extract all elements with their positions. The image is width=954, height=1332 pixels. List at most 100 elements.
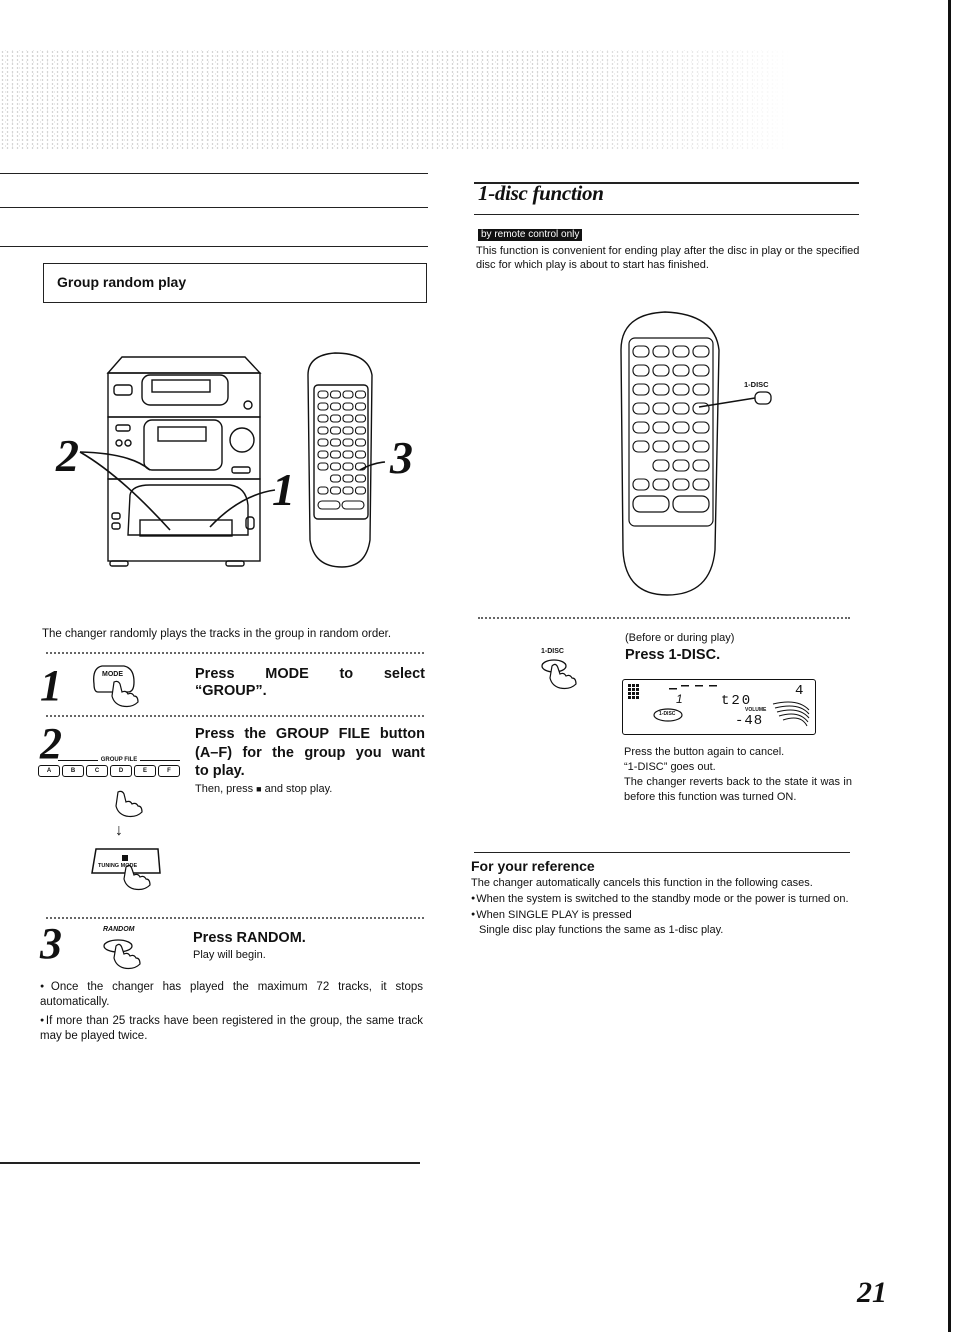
remote-key xyxy=(652,383,670,396)
step-3-title: Press RANDOM. xyxy=(193,930,306,946)
remote-key xyxy=(632,402,650,415)
note-line: “1-DISC” goes out. xyxy=(624,761,716,773)
remote-key xyxy=(329,486,342,495)
remote-key xyxy=(329,462,342,471)
remote-key xyxy=(329,474,342,483)
remote-key xyxy=(672,345,690,358)
title-rule-bottom xyxy=(474,214,859,215)
group-file-button-e[interactable]: E xyxy=(134,765,156,777)
group-file-buttons: A B C D E F xyxy=(38,765,180,777)
remote-key xyxy=(692,364,710,377)
remote-key xyxy=(354,402,367,411)
remote-key xyxy=(342,450,354,459)
step-condition: (Before or during play) xyxy=(625,632,735,644)
figure-callout-2: 2 xyxy=(56,430,79,481)
step-2-note: Then, press ■ and stop play. xyxy=(195,782,332,797)
mode-button-label: MODE xyxy=(102,671,123,678)
reference-bullet-text: When SINGLE PLAY is pressed xyxy=(476,909,632,921)
stereo-system-figure: 2 1 3 xyxy=(50,345,420,590)
remote-key xyxy=(342,402,354,411)
remote-key xyxy=(329,390,342,399)
note-item: If more than 25 tracks have been registe… xyxy=(40,1013,423,1044)
group-file-button-b[interactable]: B xyxy=(62,765,84,777)
remote-key xyxy=(354,474,367,483)
step-2-title-line3: to play. xyxy=(195,763,245,779)
remote-key xyxy=(342,486,354,495)
remote-key xyxy=(342,462,354,471)
lcd-track-number: 1 xyxy=(676,692,683,706)
group-file-button-a[interactable]: A xyxy=(38,765,60,777)
note-text: If more than 25 tracks have been registe… xyxy=(40,1015,424,1042)
step-3-note: Play will begin. xyxy=(193,949,266,961)
figure-callout-3: 3 xyxy=(390,432,413,483)
remote-key xyxy=(342,474,354,483)
remote-key xyxy=(652,364,670,377)
note-line: Press the button again to cancel. xyxy=(624,746,785,758)
remote-key xyxy=(342,438,354,447)
arrow-down-icon: ↓ xyxy=(115,822,123,839)
reference-title: For your reference xyxy=(471,858,595,874)
step-2-title-line1: Press the GROUP FILE button xyxy=(195,726,425,742)
step-1-title-line2: “GROUP”. xyxy=(195,683,267,699)
remote-key xyxy=(632,345,650,358)
press-1-disc-title: Press 1-DISC. xyxy=(625,647,721,663)
remote-key xyxy=(692,402,710,415)
step-divider xyxy=(46,917,424,919)
remote-key xyxy=(692,478,710,491)
remote-key xyxy=(652,478,670,491)
hand-press-icon xyxy=(108,790,148,825)
reference-bullet: When SINGLE PLAY is pressed xyxy=(471,907,851,923)
remote-control-figure: 1-DISC xyxy=(615,310,805,600)
lcd-1-disc-indicator: 1-DISC xyxy=(659,711,676,717)
section-title-1-disc: 1-disc function xyxy=(478,181,604,205)
remote-key xyxy=(672,459,690,472)
step-2-note-text: and stop play. xyxy=(261,783,333,795)
remote-key xyxy=(652,402,670,415)
group-file-label: GROUP FILE xyxy=(100,757,138,763)
reference-bullet-text: When the system is switched to the stand… xyxy=(476,893,849,905)
header-stipple-band xyxy=(0,50,860,150)
step-1-word: select xyxy=(383,666,425,682)
remote-key xyxy=(317,450,329,459)
group-file-button-c[interactable]: C xyxy=(86,765,108,777)
remote-key xyxy=(342,414,354,423)
random-button-label: RANDOM xyxy=(103,926,135,933)
remote-key xyxy=(652,421,670,434)
remote-key xyxy=(632,421,650,434)
tuning-mode-label: TUNING MODE xyxy=(98,863,138,869)
remote-key xyxy=(329,450,342,459)
step-2-title-line2: (A–F) for the group you want xyxy=(195,745,425,761)
lcd-volume: -48 xyxy=(735,713,764,729)
remote-key xyxy=(329,402,342,411)
step-2-note-text: Then, press xyxy=(195,783,257,795)
remote-key xyxy=(652,440,670,453)
remote-key xyxy=(692,345,710,358)
step-1-word: to xyxy=(339,666,354,682)
one-disc-button-illustration: 1-DISC xyxy=(538,648,598,692)
group-file-button-d[interactable]: D xyxy=(110,765,132,777)
footer-rule xyxy=(0,1162,420,1164)
hand-press-icon xyxy=(93,665,139,708)
remote-illustration xyxy=(620,311,772,596)
one-disc-notes: Press the button again to cancel. “1-DIS… xyxy=(624,745,852,805)
page-edge-rule xyxy=(948,0,951,1332)
step-1-number: 1 xyxy=(40,661,62,710)
step-1-word: Press xyxy=(195,666,235,682)
header-rule xyxy=(0,173,428,174)
remote-key xyxy=(317,462,329,471)
header-rule xyxy=(0,246,428,247)
remote-key xyxy=(317,438,329,447)
remote-key xyxy=(341,500,365,510)
remote-key xyxy=(672,478,690,491)
group-file-button-f[interactable]: F xyxy=(158,765,180,777)
stereo-illustration xyxy=(79,352,386,568)
remote-only-badge: by remote control only xyxy=(478,229,583,241)
stop-button-illustration: TUNING MODE xyxy=(88,845,164,891)
lcd-disc-number: 4 xyxy=(795,683,804,699)
remote-key xyxy=(672,364,690,377)
remote-key xyxy=(632,383,650,396)
figure-callout-1: 1 xyxy=(272,464,295,515)
reference-bullet: When the system is switched to the stand… xyxy=(471,891,851,907)
remote-key xyxy=(672,383,690,396)
remote-key xyxy=(632,478,650,491)
